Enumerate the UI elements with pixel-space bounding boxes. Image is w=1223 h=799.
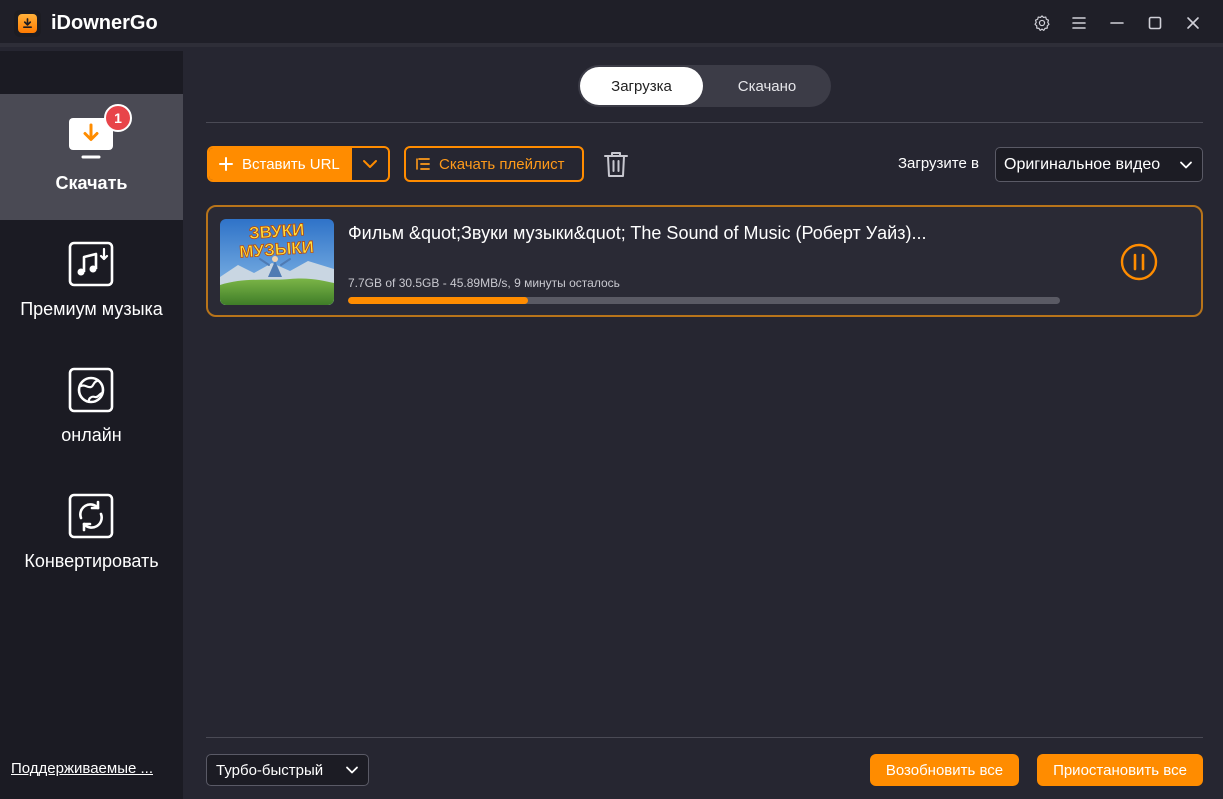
speed-select[interactable]: Турбо-быстрый: [206, 754, 369, 786]
maximize-icon[interactable]: [1144, 12, 1166, 34]
settings-gear-icon[interactable]: [1031, 12, 1053, 34]
download-item: ЗВУКИ МУЗЫКИ Фильм &quot;Звуки музыки&qu…: [206, 205, 1203, 317]
music-download-icon: [68, 241, 114, 287]
close-icon[interactable]: [1182, 12, 1204, 34]
sidebar-item-label: Скачать: [55, 173, 128, 193]
divider: [206, 122, 1203, 123]
notification-badge: 1: [104, 104, 132, 132]
paste-url-main[interactable]: Вставить URL: [209, 148, 352, 180]
plus-icon: [219, 157, 233, 171]
app-window: iDownerGo 1 Скачать Премиум музыка онлай…: [0, 0, 1223, 799]
sidebar: 1 Скачать Премиум музыка онлайн Конверти…: [0, 51, 183, 799]
pause-icon[interactable]: [1120, 243, 1158, 281]
sidebar-item-convert[interactable]: Конвертировать: [0, 472, 183, 598]
pause-all-button[interactable]: Приостановить все: [1037, 754, 1203, 786]
app-logo-icon: [14, 10, 41, 37]
convert-icon: [68, 493, 114, 539]
trash-icon[interactable]: [601, 148, 631, 180]
app-title: iDownerGo: [51, 12, 158, 34]
sidebar-item-label: Премиум музыка: [20, 299, 163, 319]
format-select-value: Оригинальное видео: [1004, 155, 1161, 173]
title-bar: iDownerGo: [0, 0, 1223, 47]
format-select[interactable]: Оригинальное видео: [995, 147, 1203, 182]
sidebar-item-premium-music[interactable]: Премиум музыка: [0, 220, 183, 346]
download-progress-bar: [348, 297, 1060, 304]
globe-icon: [68, 367, 114, 413]
download-tabs: Загрузка Скачано: [578, 65, 831, 107]
chevron-down-icon: [345, 763, 359, 777]
download-playlist-button[interactable]: Скачать плейлист: [404, 146, 584, 182]
speed-select-value: Турбо-быстрый: [216, 761, 324, 779]
format-label: Загрузите в: [898, 155, 979, 172]
paste-url-dropdown-toggle[interactable]: [352, 148, 388, 180]
download-stats: 7.7GB of 30.5GB - 45.89MB/s, 9 минуты ос…: [348, 276, 620, 290]
divider: [206, 737, 1203, 738]
menu-icon[interactable]: [1068, 12, 1090, 34]
sidebar-item-label: онлайн: [61, 425, 122, 445]
download-progress-fill: [348, 297, 528, 304]
chevron-down-icon: [363, 160, 377, 168]
download-title: Фильм &quot;Звуки музыки&quot; The Sound…: [348, 223, 927, 243]
video-thumbnail: ЗВУКИ МУЗЫКИ: [220, 219, 334, 305]
playlist-icon: [416, 157, 430, 171]
paste-url-button[interactable]: Вставить URL: [207, 146, 390, 182]
chevron-down-icon: [1179, 158, 1193, 172]
sidebar-item-label: Конвертировать: [24, 551, 159, 571]
sidebar-item-online[interactable]: онлайн: [0, 346, 183, 472]
minimize-icon[interactable]: [1106, 12, 1128, 34]
tab-downloaded[interactable]: Скачано: [705, 67, 829, 105]
sidebar-item-download[interactable]: 1 Скачать: [0, 94, 183, 220]
supported-sites-link[interactable]: Поддерживаемые ...: [11, 760, 153, 777]
download-playlist-label: Скачать плейлист: [439, 155, 565, 173]
paste-url-label: Вставить URL: [242, 155, 340, 173]
resume-all-button[interactable]: Возобновить все: [870, 754, 1019, 786]
tab-downloading[interactable]: Загрузка: [580, 67, 703, 105]
